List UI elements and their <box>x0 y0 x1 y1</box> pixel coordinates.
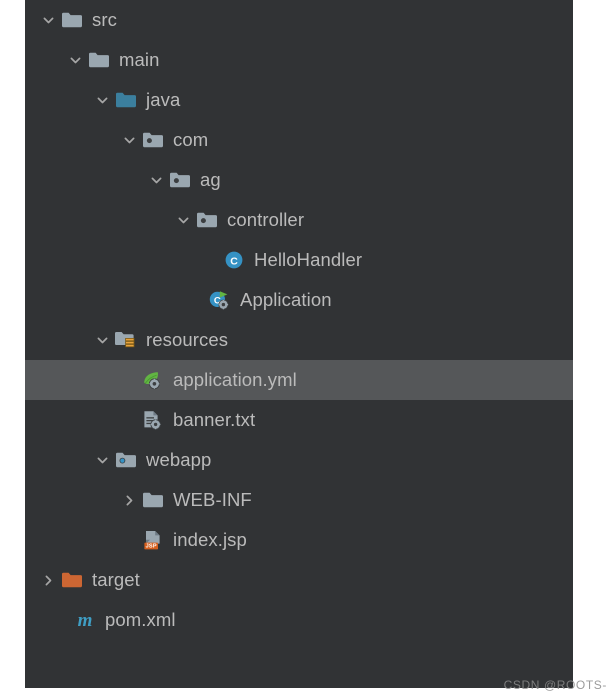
maven-file-icon: m <box>72 600 98 640</box>
chevron-placeholder <box>50 600 72 640</box>
chevron-down-icon[interactable] <box>145 160 167 200</box>
tree-node-label: application.yml <box>173 369 297 390</box>
spring-boot-class-icon: C <box>207 280 233 320</box>
tree-row[interactable]: com <box>25 120 573 160</box>
csdn-watermark: CSDN @ROOTS- <box>503 678 607 692</box>
project-tree[interactable]: src main java com ag controller C HelloH <box>25 0 573 640</box>
tree-node-label: HelloHandler <box>254 249 363 270</box>
chevron-down-icon[interactable] <box>91 320 113 360</box>
tree-row[interactable]: controller <box>25 200 573 240</box>
tree-row[interactable]: C Application <box>25 280 573 320</box>
tree-row[interactable]: src <box>25 0 573 40</box>
webapp-folder-icon <box>113 440 139 480</box>
tree-node-label: index.jsp <box>173 529 247 550</box>
folder-icon <box>140 480 166 520</box>
tree-row[interactable]: webapp <box>25 440 573 480</box>
tree-row[interactable]: C HelloHandler <box>25 240 573 280</box>
chevron-placeholder <box>185 280 207 320</box>
svg-text:m: m <box>78 610 93 631</box>
tree-node-label: ag <box>200 169 221 190</box>
chevron-placeholder <box>118 360 140 400</box>
excluded-folder-icon <box>59 560 85 600</box>
tree-row[interactable]: main <box>25 40 573 80</box>
chevron-down-icon[interactable] <box>172 200 194 240</box>
java-class-icon: C <box>221 240 247 280</box>
tree-node-label: controller <box>227 209 305 230</box>
text-config-file-icon <box>140 400 166 440</box>
tree-node-label: com <box>173 129 209 150</box>
chevron-down-icon[interactable] <box>37 0 59 40</box>
folder-icon <box>59 0 85 40</box>
jsp-file-icon: JSP <box>140 520 166 560</box>
tree-row[interactable]: target <box>25 560 573 600</box>
tree-node-label: banner.txt <box>173 409 256 430</box>
tree-row[interactable]: WEB-INF <box>25 480 573 520</box>
chevron-down-icon[interactable] <box>118 120 140 160</box>
chevron-right-icon[interactable] <box>118 480 140 520</box>
tree-node-label: resources <box>146 329 229 350</box>
package-folder-icon <box>140 120 166 160</box>
project-tool-window[interactable]: src main java com ag controller C HelloH <box>25 0 573 688</box>
tree-row[interactable]: java <box>25 80 573 120</box>
tree-node-label: webapp <box>146 449 212 470</box>
screenshot-root: src main java com ag controller C HelloH <box>0 0 609 698</box>
tree-row[interactable]: JSP index.jsp <box>25 520 573 560</box>
tree-node-label: java <box>146 89 181 110</box>
svg-text:JSP: JSP <box>146 544 157 550</box>
package-folder-icon <box>194 200 220 240</box>
source-folder-icon <box>113 80 139 120</box>
package-folder-icon <box>167 160 193 200</box>
chevron-down-icon[interactable] <box>91 80 113 120</box>
chevron-down-icon[interactable] <box>64 40 86 80</box>
tree-node-label: target <box>92 569 140 590</box>
tree-row[interactable]: ag <box>25 160 573 200</box>
tree-node-label: main <box>119 49 160 70</box>
chevron-placeholder <box>118 400 140 440</box>
tree-row[interactable]: banner.txt <box>25 400 573 440</box>
tree-node-label: pom.xml <box>105 609 176 630</box>
tree-row[interactable]: m pom.xml <box>25 600 573 640</box>
tree-node-label: Application <box>240 289 332 310</box>
tree-node-label: src <box>92 9 117 30</box>
svg-text:C: C <box>230 255 238 267</box>
chevron-down-icon[interactable] <box>91 440 113 480</box>
folder-icon <box>86 40 112 80</box>
tree-row[interactable]: application.yml <box>25 360 573 400</box>
spring-yaml-icon <box>140 360 166 400</box>
chevron-right-icon[interactable] <box>37 560 59 600</box>
chevron-placeholder <box>199 240 221 280</box>
resources-folder-icon <box>113 320 139 360</box>
tree-row[interactable]: resources <box>25 320 573 360</box>
tree-node-label: WEB-INF <box>173 489 252 510</box>
chevron-placeholder <box>118 520 140 560</box>
